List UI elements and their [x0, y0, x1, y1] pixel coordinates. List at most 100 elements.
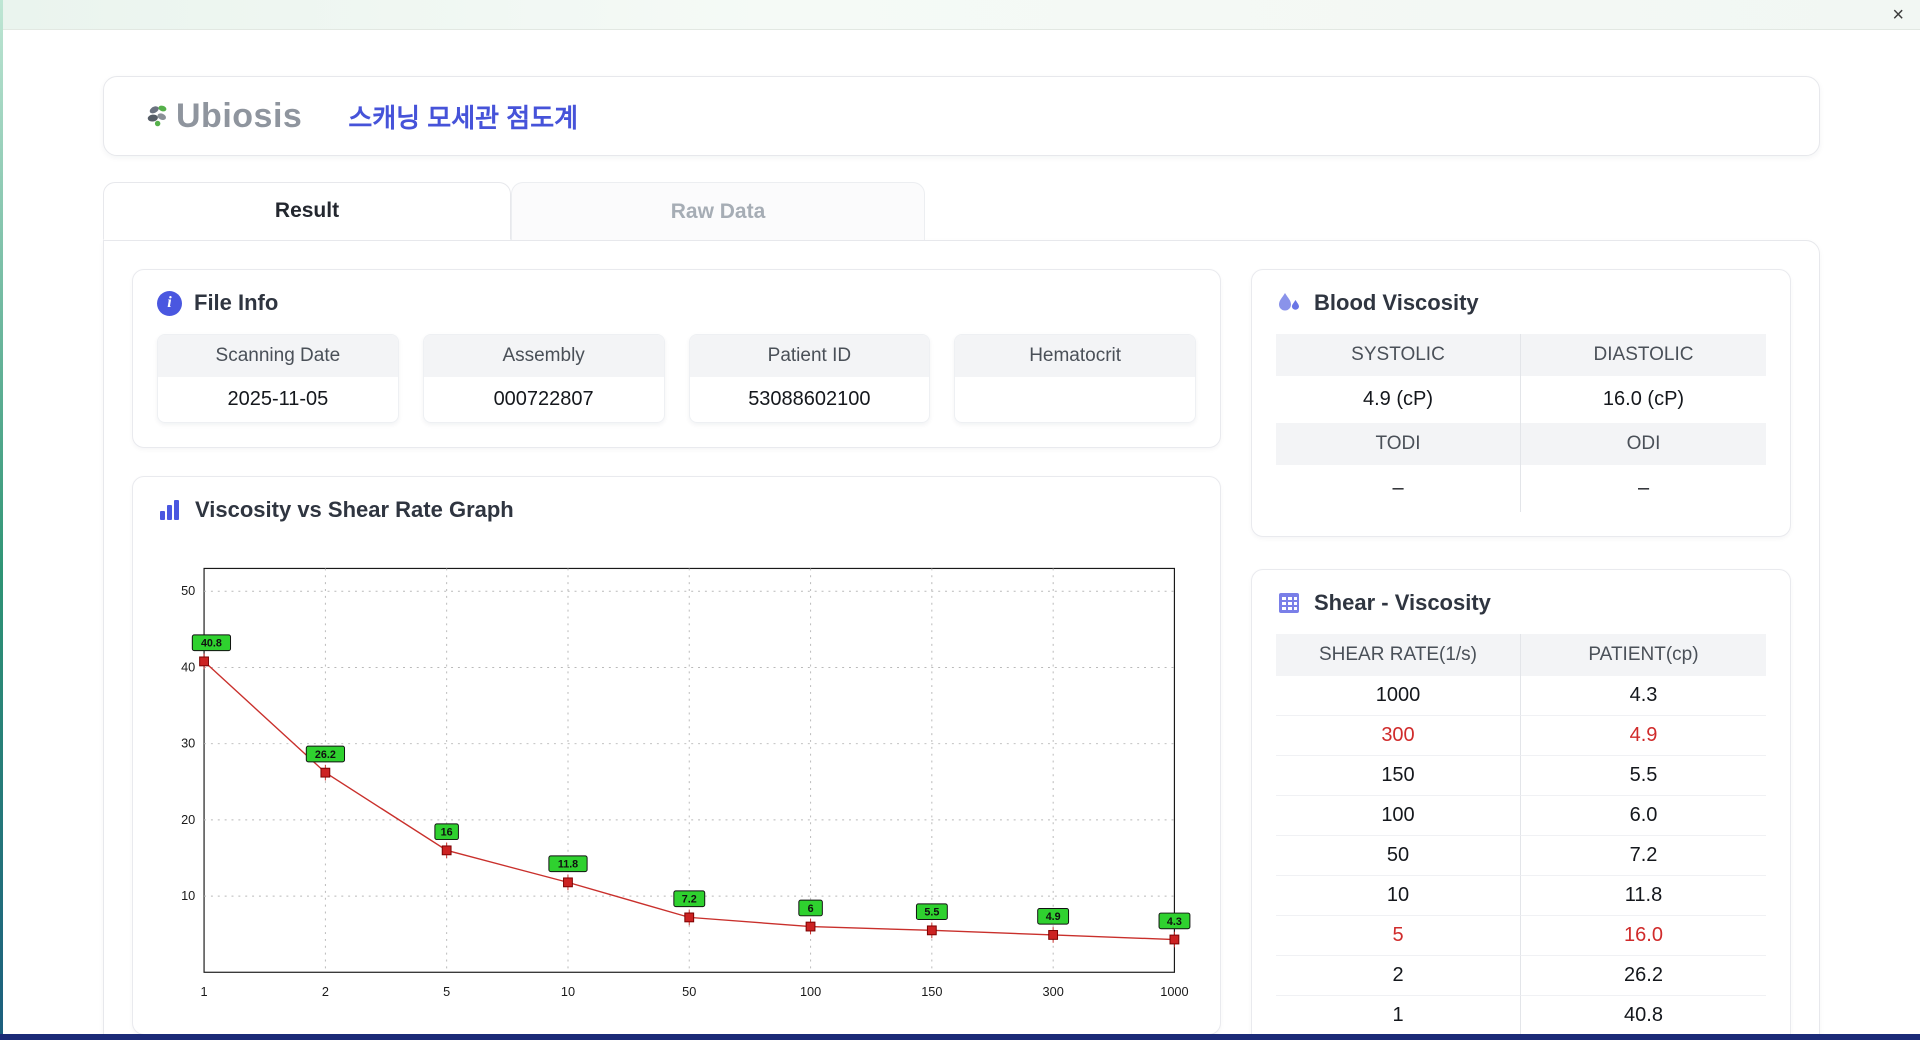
file-info-field: Scanning Date 2025-11-05 [157, 334, 399, 423]
svg-text:26.2: 26.2 [315, 749, 336, 761]
field-label: Assembly [423, 335, 664, 377]
svg-text:4.9: 4.9 [1046, 911, 1061, 923]
shear-rate-cell: 1 [1276, 996, 1521, 1036]
tab-result-label: Result [274, 199, 340, 222]
field-value [955, 377, 1195, 421]
shear-rate-cell: 1000 [1276, 676, 1521, 716]
svg-text:16: 16 [441, 827, 453, 839]
table-row: 10 11.8 [1276, 876, 1766, 916]
file-info-field: Assembly 000722807 [422, 334, 665, 423]
field-label: Scanning Date [158, 335, 398, 377]
table-row: 300 4.9 [1276, 716, 1766, 756]
app-header: Ubiosis 스캐닝 모세관 점도계 [103, 76, 1820, 156]
field-label: Patient ID [689, 335, 930, 377]
svg-text:100: 100 [800, 984, 821, 999]
field-label: Hematocrit [955, 335, 1195, 377]
table-row: 5 16.0 [1276, 916, 1766, 956]
table-icon [1279, 593, 1299, 613]
svg-text:30: 30 [181, 736, 195, 751]
blood-viscosity-grid: SYSTOLIC DIASTOLIC 4.9 (cP) 16.0 (cP) TO… [1276, 334, 1766, 512]
svg-text:2: 2 [322, 984, 329, 999]
shear-rate-cell: 2 [1276, 956, 1521, 996]
info-icon: i [157, 290, 182, 316]
patient-cell: 7.2 [1521, 836, 1766, 876]
shear-viscosity-title: Shear - Viscosity [1314, 590, 1491, 615]
file-info-field: Hematocrit [954, 334, 1196, 423]
field-value: 000722807 [493, 388, 594, 410]
svg-text:300: 300 [1043, 984, 1064, 999]
leaf-logo-icon [147, 105, 167, 127]
shear-rate-cell: 5 [1276, 916, 1521, 956]
svg-text:20: 20 [181, 812, 195, 827]
tab-bar: Result Raw Data [103, 182, 1820, 240]
graph-header: Viscosity vs Shear Rate Graph [157, 497, 1196, 523]
diastolic-value: 16.0 (cP) [1602, 388, 1685, 410]
svg-text:40.8: 40.8 [201, 638, 222, 650]
droplet-icon [1279, 293, 1299, 311]
shear-rate-cell: 150 [1276, 756, 1521, 796]
diastolic-label: DIASTOLIC [1521, 334, 1766, 376]
file-info-title: File Info [194, 290, 279, 315]
blood-viscosity-card: Blood Viscosity SYSTOLIC DIASTOLIC 4.9 (… [1251, 269, 1791, 537]
patient-cell: 4.3 [1521, 676, 1766, 716]
field-value: 2025-11-05 [227, 388, 329, 410]
svg-text:7.2: 7.2 [682, 894, 697, 906]
window-bottom-edge [0, 1034, 1920, 1040]
odi-label: ODI [1521, 423, 1766, 465]
bar-chart-icon [160, 500, 179, 520]
systolic-label: SYSTOLIC [1276, 334, 1521, 376]
systolic-value: 4.9 (cP) [1276, 376, 1521, 423]
svg-text:6: 6 [808, 903, 814, 915]
graph-card: Viscosity vs Shear Rate Graph 10 20 30 40 50… [132, 476, 1221, 1035]
patient-cell: 11.8 [1521, 876, 1766, 916]
file-info-header: i File Info [157, 290, 1196, 316]
tab-raw-data-label: Raw Data [670, 199, 766, 223]
svg-text:5.5: 5.5 [924, 907, 939, 919]
file-info-card: i File Info Scanning Date 2025-11-05 Assem… [132, 269, 1221, 448]
file-info-fields: Scanning Date 2025-11-05 Assembly 000722807… [157, 334, 1196, 423]
patient-cell: 16.0 [1521, 916, 1766, 956]
table-row: 2 26.2 [1276, 956, 1766, 996]
page-root: Ubiosis 스캐닝 모세관 점도계 Result Raw Data i Fi… [0, 30, 1920, 1040]
table-row: 1 40.8 [1276, 996, 1766, 1036]
patient-cell: 26.2 [1521, 956, 1766, 996]
page-title: 스캐닝 모세관 점도계 [348, 102, 579, 133]
window-close-icon[interactable]: × [1892, 5, 1904, 25]
svg-text:1: 1 [201, 984, 208, 999]
viscosity-shear-chart: 10 20 30 40 50 1 2 5 10 50 100 150 300 1000 40.8 26.2 16… [181, 567, 1191, 999]
shear-rate-column-header: SHEAR RATE(1/s) [1276, 634, 1521, 676]
tab-result[interactable]: Result [103, 182, 511, 240]
svg-text:4.3: 4.3 [1167, 916, 1182, 928]
patient-cell: 40.8 [1521, 996, 1766, 1036]
window-titlebar: × [0, 0, 1920, 30]
graph-title: Viscosity vs Shear Rate Graph [195, 497, 514, 522]
patient-cell: 6.0 [1521, 796, 1766, 836]
patient-column-header: PATIENT(cp) [1521, 634, 1766, 676]
svg-text:50: 50 [181, 583, 195, 598]
shear-viscosity-card: Shear - Viscosity SHEAR RATE(1/s) PATIEN… [1251, 569, 1791, 1040]
patient-cell: 5.5 [1521, 756, 1766, 796]
file-info-field: Patient ID 53088602100 [688, 334, 931, 423]
table-row: 150 5.5 [1276, 756, 1766, 796]
blood-viscosity-title: Blood Viscosity [1314, 290, 1479, 315]
result-panel: i File Info Scanning Date 2025-11-05 Assem… [103, 240, 1820, 1040]
todi-label: TODI [1276, 423, 1521, 465]
field-value: 53088602100 [748, 388, 871, 410]
shear-table-body: 1000 4.3 300 4.9 150 5.5 100 6.0 50 7.2 10 11.8 5 16.… [1276, 676, 1766, 1036]
shear-table-header: SHEAR RATE(1/s) PATIENT(cp) [1276, 634, 1766, 676]
svg-text:5: 5 [443, 984, 450, 999]
patient-cell: 4.9 [1521, 716, 1766, 756]
svg-text:1000: 1000 [1160, 984, 1188, 999]
svg-text:11.8: 11.8 [558, 859, 578, 871]
shear-viscosity-header: Shear - Viscosity [1276, 590, 1766, 616]
svg-text:50: 50 [682, 984, 696, 999]
svg-text:40: 40 [181, 659, 195, 674]
shear-rate-cell: 10 [1276, 876, 1521, 916]
table-row: 100 6.0 [1276, 796, 1766, 836]
todi-value: – [1276, 465, 1521, 512]
shear-rate-cell: 300 [1276, 716, 1521, 756]
table-row: 1000 4.3 [1276, 676, 1766, 716]
left-column: i File Info Scanning Date 2025-11-05 Assem… [132, 269, 1221, 1040]
tab-raw-data[interactable]: Raw Data [511, 182, 925, 240]
table-row: 50 7.2 [1276, 836, 1766, 876]
